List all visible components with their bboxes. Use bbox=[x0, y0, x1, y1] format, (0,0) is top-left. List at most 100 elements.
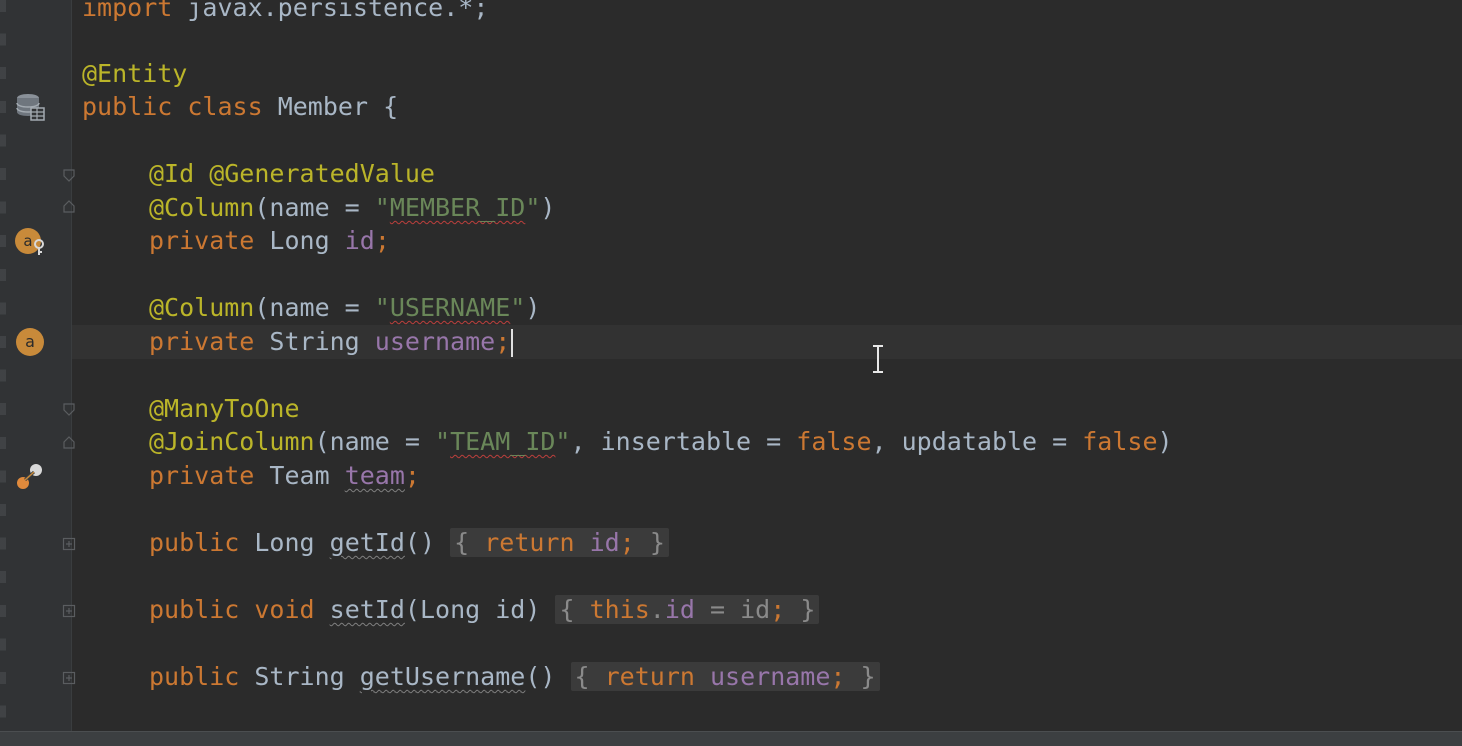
code-text: , updatable = bbox=[871, 427, 1083, 456]
string-quote: " bbox=[374, 293, 390, 322]
svg-text:a: a bbox=[25, 332, 35, 351]
annotation: @Column bbox=[149, 293, 255, 322]
package-name: javax.persistence.*; bbox=[172, 0, 489, 22]
code-text: (name = bbox=[314, 427, 435, 456]
field-name: team bbox=[344, 461, 405, 490]
string-literal: USERNAME bbox=[389, 293, 511, 322]
keyword: return bbox=[604, 662, 695, 691]
code-line-get-id[interactable]: public Long getId() { return id; } bbox=[149, 526, 669, 560]
code-line-join-column[interactable]: @JoinColumn(name = "TEAM_ID", insertable… bbox=[149, 425, 1173, 459]
type-name: String bbox=[254, 662, 345, 691]
code-text: = id bbox=[694, 595, 771, 624]
keyword: false bbox=[1082, 427, 1158, 456]
brace: { bbox=[454, 528, 470, 557]
string-quote: " bbox=[555, 427, 571, 456]
database-table-icon[interactable] bbox=[14, 91, 46, 123]
code-text: ) bbox=[1157, 427, 1173, 456]
semicolon: ; bbox=[404, 461, 420, 490]
method-name: getId bbox=[329, 528, 405, 557]
code-line-column-member-id[interactable]: @Column(name = "MEMBER_ID") bbox=[149, 191, 555, 225]
field-name: id bbox=[344, 226, 375, 255]
text-caret bbox=[511, 329, 514, 357]
field-key-icon[interactable]: a bbox=[14, 226, 46, 258]
annotation: @JoinColumn bbox=[149, 427, 315, 456]
code-text: (name = bbox=[254, 193, 375, 222]
keyword: class bbox=[187, 92, 263, 121]
class-name: Member bbox=[277, 92, 369, 121]
string-quote: " bbox=[435, 427, 451, 456]
fold-start-icon[interactable] bbox=[62, 168, 76, 182]
type-name: Long bbox=[254, 528, 315, 557]
fold-end-icon[interactable] bbox=[62, 436, 76, 450]
keyword: import bbox=[82, 0, 173, 22]
code-text: (name = bbox=[254, 293, 375, 322]
code-line-field-username[interactable]: private String username; bbox=[149, 325, 514, 359]
type-name: Long bbox=[269, 226, 330, 255]
code-line-class-declaration[interactable]: public class Member { bbox=[82, 90, 398, 124]
code-editor[interactable]: a a import javax.persistence.*; @Entity … bbox=[0, 0, 1462, 746]
method-name: getUsername bbox=[359, 662, 526, 691]
code-line-many-to-one[interactable]: @ManyToOne bbox=[149, 392, 300, 426]
keyword: public bbox=[82, 92, 173, 121]
string-literal: MEMBER_ID bbox=[389, 193, 526, 222]
brace: { bbox=[383, 92, 399, 121]
fold-start-icon[interactable] bbox=[62, 402, 76, 416]
code-line-field-id[interactable]: private Long id; bbox=[149, 224, 390, 258]
semicolon: ; bbox=[619, 528, 635, 557]
field-name: username bbox=[710, 662, 831, 691]
code-line-column-username[interactable]: @Column(name = "USERNAME") bbox=[149, 291, 540, 325]
code-text: , insertable = bbox=[570, 427, 797, 456]
folded-body[interactable]: { return id; } bbox=[450, 528, 669, 557]
code-line-entity-annotation[interactable]: @Entity bbox=[82, 57, 187, 91]
keyword: public bbox=[149, 528, 240, 557]
keyword: private bbox=[149, 327, 255, 356]
relation-link-icon[interactable] bbox=[14, 460, 46, 492]
fold-end-icon[interactable] bbox=[62, 200, 76, 214]
code-line-import[interactable]: import javax.persistence.*; bbox=[82, 0, 488, 25]
code-text: (Long id) bbox=[404, 595, 541, 624]
annotation: @Id @GeneratedValue bbox=[149, 159, 435, 188]
code-text: ) bbox=[525, 293, 541, 322]
fold-expand-icon[interactable] bbox=[62, 671, 76, 685]
keyword: private bbox=[149, 226, 255, 255]
editor-bottom-scroll-strip[interactable] bbox=[0, 731, 1462, 746]
annotation: @Entity bbox=[82, 59, 188, 88]
string-literal: TEAM_ID bbox=[450, 427, 556, 456]
string-quote: " bbox=[374, 193, 390, 222]
code-text: ) bbox=[540, 193, 556, 222]
code-line-set-id[interactable]: public void setId(Long id) { this.id = i… bbox=[149, 593, 820, 627]
code-text: . bbox=[649, 595, 665, 624]
annotation: @Column bbox=[149, 193, 255, 222]
semicolon: ; bbox=[374, 226, 390, 255]
field-name: username bbox=[374, 327, 496, 356]
code-line-get-username[interactable]: public String getUsername() { return use… bbox=[149, 660, 880, 694]
brace: { bbox=[574, 662, 590, 691]
code-line-id-annotations[interactable]: @Id @GeneratedValue bbox=[149, 157, 435, 191]
method-name: setId bbox=[329, 595, 405, 624]
type-name: String bbox=[269, 327, 360, 356]
brace: } bbox=[649, 528, 665, 557]
keyword: this bbox=[589, 595, 650, 624]
keyword: public bbox=[149, 595, 240, 624]
annotation: @ManyToOne bbox=[149, 394, 300, 423]
semicolon: ; bbox=[770, 595, 786, 624]
type-name: Team bbox=[269, 461, 330, 490]
svg-text:a: a bbox=[23, 232, 32, 250]
editor-gutter: a a bbox=[0, 0, 76, 746]
keyword: void bbox=[254, 595, 315, 624]
fold-expand-icon[interactable] bbox=[62, 604, 76, 618]
semicolon: ; bbox=[830, 662, 846, 691]
brace: } bbox=[800, 595, 816, 624]
mouse-ibeam-cursor-icon bbox=[873, 345, 883, 373]
keyword: public bbox=[149, 662, 240, 691]
field-icon[interactable]: a bbox=[14, 326, 46, 358]
code-text: () bbox=[404, 528, 436, 557]
brace: } bbox=[860, 662, 876, 691]
string-quote: " bbox=[525, 193, 541, 222]
code-text: () bbox=[525, 662, 556, 691]
code-line-field-team[interactable]: private Team team; bbox=[149, 459, 420, 493]
fold-expand-icon[interactable] bbox=[62, 537, 76, 551]
folded-body[interactable]: { return username; } bbox=[570, 662, 880, 691]
keyword: false bbox=[796, 427, 872, 456]
folded-body[interactable]: { this.id = id; } bbox=[555, 595, 820, 624]
